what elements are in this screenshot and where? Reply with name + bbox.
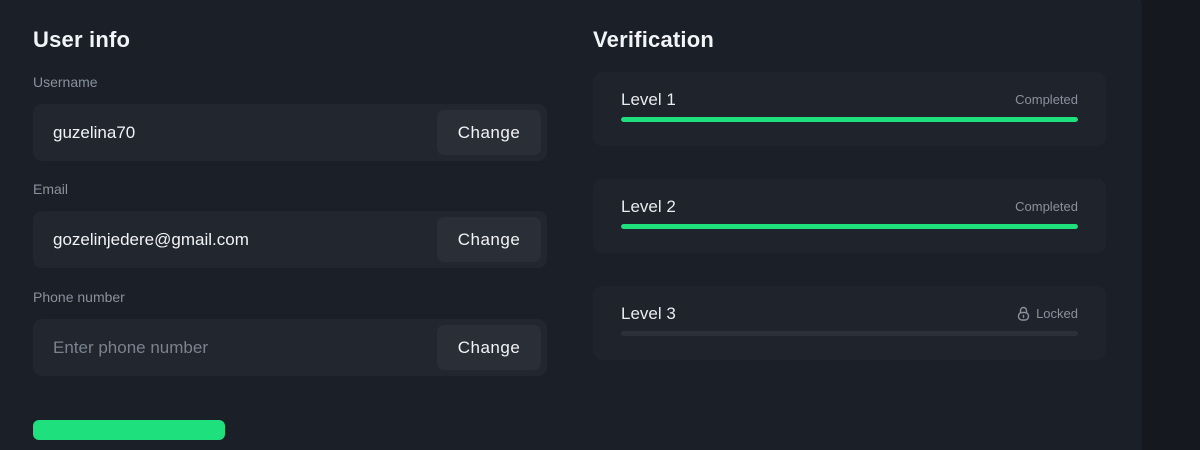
username-label: Username [33, 74, 98, 90]
phone-input-placeholder[interactable]: Enter phone number [53, 319, 208, 376]
level-2-status: Completed [1015, 199, 1078, 214]
username-field: guzelina70 Change [33, 104, 547, 161]
level-1-status: Completed [1015, 92, 1078, 107]
level-3-status-label: Locked [1036, 306, 1078, 321]
verification-level-2: Level 2 Completed [593, 179, 1106, 253]
username-value: guzelina70 [53, 123, 136, 142]
level-3-name: Level 3 [621, 304, 676, 323]
verification-level-1: Level 1 Completed [593, 72, 1106, 146]
change-email-button[interactable]: Change [437, 217, 541, 262]
email-value: gozelinjedere@gmail.com [53, 230, 249, 249]
level-2-name: Level 2 [621, 197, 676, 216]
level-1-progress-fill [621, 117, 1078, 122]
email-field: gozelinjedere@gmail.com Change [33, 211, 547, 268]
verification-title: Verification [593, 27, 714, 52]
change-username-button[interactable]: Change [437, 110, 541, 155]
level-2-progress-fill [621, 224, 1078, 229]
save-button[interactable] [33, 420, 225, 440]
verification-level-3: Level 3 Locked [593, 286, 1106, 360]
level-2-progress-track [621, 224, 1078, 229]
level-2-status-label: Completed [1015, 199, 1078, 214]
level-1-progress-track [621, 117, 1078, 122]
level-3-progress-track [621, 331, 1078, 336]
phone-field[interactable]: Enter phone number Change [33, 319, 547, 376]
level-1-name: Level 1 [621, 90, 676, 109]
level-1-status-label: Completed [1015, 92, 1078, 107]
email-label: Email [33, 181, 69, 197]
lock-icon [1017, 306, 1030, 321]
level-3-status: Locked [1017, 306, 1078, 321]
user-info-title: User info [33, 27, 131, 52]
change-phone-button[interactable]: Change [437, 325, 541, 370]
phone-label: Phone number [33, 289, 125, 305]
